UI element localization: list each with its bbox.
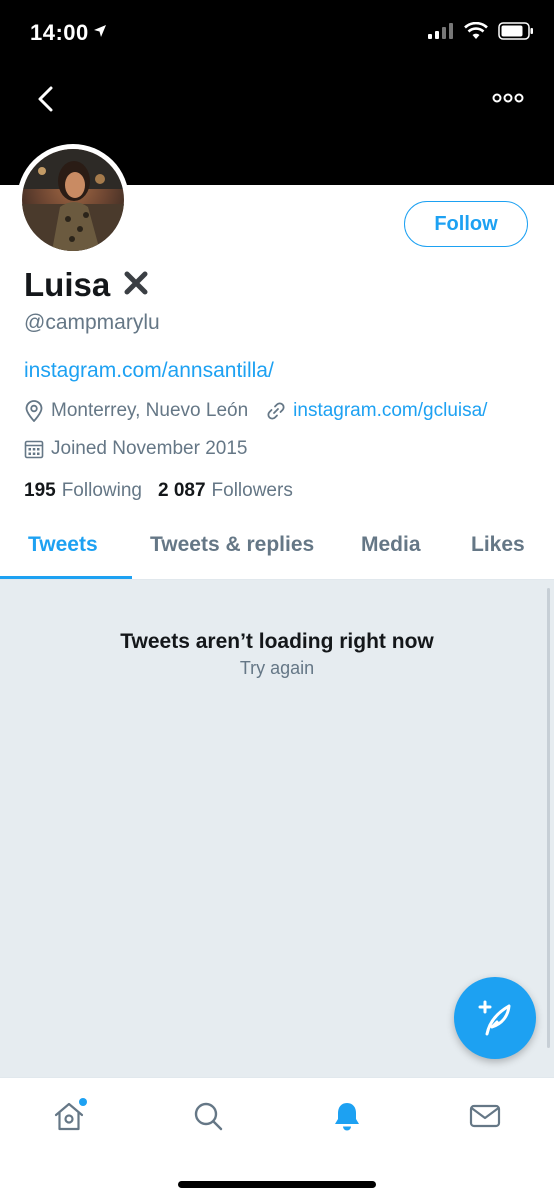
more-options-button[interactable]	[492, 88, 524, 108]
battery-icon	[498, 22, 534, 45]
more-dots-icon	[492, 93, 524, 103]
wifi-icon	[464, 21, 488, 45]
profile-tabs: Tweets Tweets & replies Media Likes	[0, 515, 554, 580]
joined-date: Joined November 2015	[51, 438, 248, 459]
active-tab-indicator	[0, 576, 132, 579]
home-badge-dot	[79, 1098, 87, 1106]
chevron-left-icon	[38, 86, 53, 112]
location-arrow-icon	[93, 24, 107, 43]
tab-tweets-replies[interactable]: Tweets & replies	[150, 533, 314, 557]
profile-photo	[22, 149, 124, 251]
display-name: Luisa	[24, 266, 111, 303]
status-time: 14:00	[30, 20, 89, 45]
user-handle: @campmarylu	[24, 311, 160, 334]
try-again-link[interactable]: Try again	[0, 658, 554, 679]
follow-button[interactable]: Follow	[404, 201, 528, 247]
cross-mark-icon	[124, 271, 148, 294]
messages-icon	[469, 1104, 501, 1128]
joined-row: Joined November 2015	[24, 438, 247, 460]
signal-icon	[428, 23, 454, 44]
scrollbar[interactable]	[547, 588, 550, 1048]
avatar[interactable]	[17, 144, 129, 256]
tab-media[interactable]: Media	[361, 533, 421, 557]
tab-tweets[interactable]: Tweets	[28, 533, 98, 557]
website-link[interactable]: instagram.com/gcluisa/	[293, 400, 487, 422]
follow-counts: 195 Following 2 087 Followers	[24, 480, 293, 502]
tab-likes[interactable]: Likes	[471, 533, 525, 557]
tab-home[interactable]	[49, 1096, 89, 1136]
following-label: Following	[61, 480, 142, 501]
link-icon	[266, 401, 286, 421]
followers-count: 2 087	[157, 480, 206, 501]
calendar-icon	[24, 439, 44, 459]
following-count: 195	[24, 480, 56, 501]
following-count-link[interactable]: 195 Following	[24, 480, 142, 502]
error-message: Tweets aren’t loading right now	[120, 630, 434, 653]
profile-meta: Monterrey, Nuevo León instagram.com/gclu…	[24, 400, 487, 422]
name-row: Luisa	[24, 266, 148, 304]
status-indicators	[428, 21, 534, 45]
location-pin-icon	[24, 400, 44, 422]
compose-feather-icon	[478, 1000, 511, 1036]
compose-tweet-button[interactable]	[454, 977, 536, 1059]
tab-search[interactable]	[188, 1096, 228, 1136]
location-text: Monterrey, Nuevo León	[51, 400, 249, 421]
tab-notifications[interactable]	[327, 1096, 367, 1136]
followers-label: Followers	[211, 480, 293, 501]
tab-messages[interactable]	[465, 1096, 505, 1136]
bio-link[interactable]: instagram.com/annsantilla/	[24, 359, 274, 383]
name-emoji	[124, 271, 148, 300]
notifications-icon	[335, 1103, 359, 1131]
home-indicator	[178, 1181, 376, 1188]
followers-count-link[interactable]: 2 087 Followers	[158, 480, 293, 502]
back-button[interactable]	[30, 82, 64, 116]
search-icon	[194, 1102, 223, 1131]
